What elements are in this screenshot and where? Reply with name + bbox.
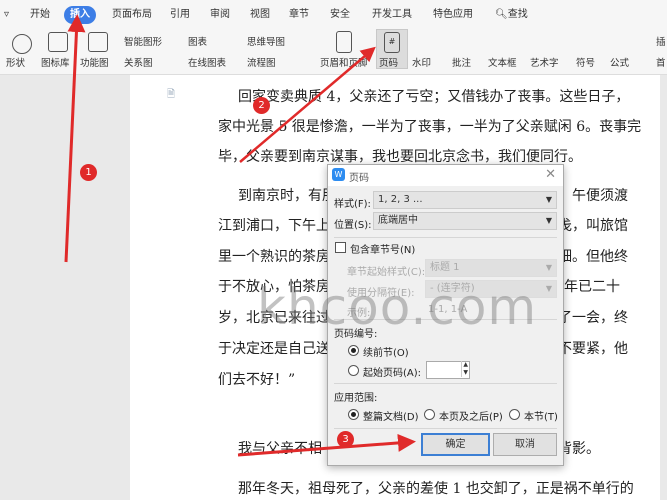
arrow-to-ok-button xyxy=(237,433,416,457)
step-2-badge: 2 xyxy=(253,97,270,114)
step-1-badge: 1 xyxy=(80,164,97,181)
step-3-badge: 3 xyxy=(337,431,354,448)
annotation-arrows xyxy=(64,14,416,457)
arrow-to-insert-tab xyxy=(64,14,86,263)
